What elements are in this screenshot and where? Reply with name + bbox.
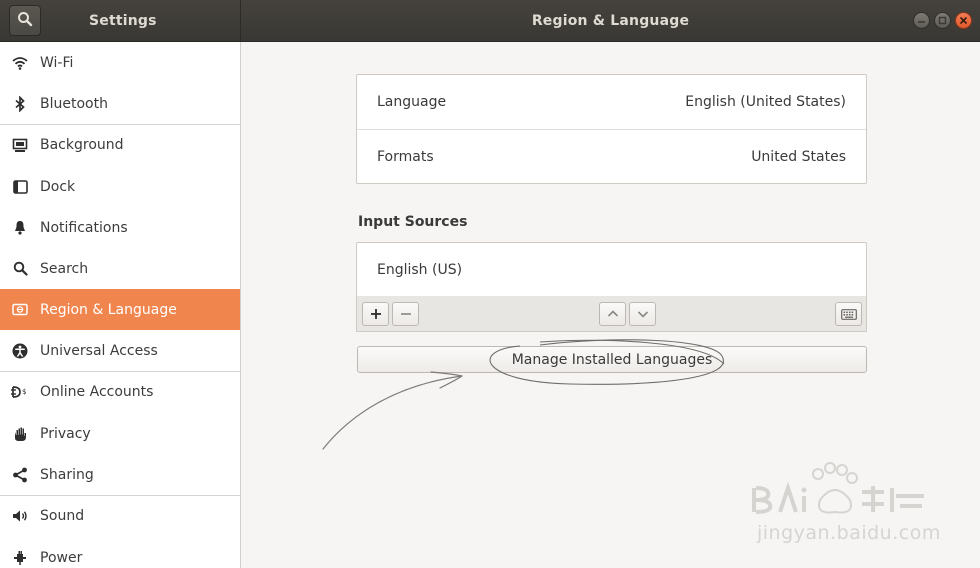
remove-input-source-button[interactable] [392, 302, 419, 326]
language-label: Language [377, 94, 447, 110]
chevron-up-icon [607, 310, 618, 317]
sidebar-item-sound[interactable]: Sound [0, 495, 240, 536]
move-down-button[interactable] [629, 302, 656, 326]
power-plug-icon [0, 537, 40, 568]
share-icon [0, 454, 40, 495]
plus-icon [370, 309, 381, 319]
sidebar-item-label: Notifications [40, 219, 128, 236]
accessibility-icon [0, 330, 40, 371]
input-sources-list: English (US) [356, 242, 867, 297]
sidebar-item-label: Region & Language [40, 301, 177, 318]
sidebar-item-notifications[interactable]: Notifications [0, 207, 240, 248]
minus-icon [400, 313, 411, 315]
sidebar-header: Settings [0, 0, 241, 42]
minimize-icon [918, 21, 925, 23]
sidebar-item-privacy[interactable]: Privacy [0, 413, 240, 454]
sidebar-item-dock[interactable]: Dock [0, 166, 240, 207]
keyboard-icon [840, 308, 857, 320]
search-icon [17, 11, 33, 31]
sidebar-item-online-accounts[interactable]: $ Online Accounts [0, 371, 240, 412]
sidebar-item-label: Bluetooth [40, 95, 108, 112]
formats-row[interactable]: Formats United States [357, 129, 866, 183]
maximize-button[interactable] [934, 12, 951, 29]
sidebar-title: Settings [89, 13, 157, 29]
formats-value: United States [751, 148, 846, 165]
hand-icon [0, 413, 40, 454]
page-title: Region & Language [531, 13, 690, 29]
move-up-button[interactable] [599, 302, 626, 326]
manage-installed-languages-button[interactable]: Manage Installed Languages [357, 346, 867, 373]
minimize-button[interactable] [913, 12, 930, 29]
bluetooth-icon [0, 83, 40, 124]
sidebar-item-label: Power [40, 549, 83, 566]
input-source-row[interactable]: English (US) [357, 243, 866, 297]
sidebar-item-region-language[interactable]: Region & Language [0, 289, 240, 330]
chevron-down-icon [637, 311, 648, 318]
language-row[interactable]: Language English (United States) [357, 75, 866, 129]
sidebar-item-label: Search [40, 260, 89, 277]
speaker-icon [0, 496, 40, 537]
language-value: English (United States) [685, 94, 846, 110]
close-icon [959, 16, 968, 25]
sidebar-item-bluetooth[interactable]: Bluetooth [0, 83, 240, 124]
sidebar-item-label: Universal Access [40, 342, 158, 359]
maximize-icon [938, 16, 947, 25]
input-sources-title: Input Sources [358, 214, 468, 230]
sidebar-item-label: Sound [40, 508, 85, 524]
sidebar-item-universal-access[interactable]: Universal Access [0, 330, 240, 371]
sidebar-item-label: Wi-Fi [40, 54, 74, 71]
sidebar-item-sharing[interactable]: Sharing [0, 454, 240, 495]
online-accounts-icon: $ [0, 372, 40, 413]
sidebar-item-label: Dock [40, 178, 76, 195]
formats-label: Formats [377, 148, 434, 165]
sidebar-item-label: Background [40, 137, 124, 153]
sidebar-item-label: Online Accounts [40, 384, 154, 400]
search-button[interactable] [9, 5, 41, 36]
input-source-label: English (US) [377, 262, 463, 278]
language-formats-list: Language English (United States) Formats… [356, 74, 867, 184]
background-icon [0, 125, 40, 166]
close-button[interactable] [955, 12, 972, 29]
search-icon [0, 248, 40, 289]
sidebar-item-search[interactable]: Search [0, 248, 240, 289]
sidebar: Wi-Fi Bluetooth Background Dock Notifica… [0, 42, 241, 568]
bell-icon [0, 207, 40, 248]
window-controls [913, 12, 972, 29]
input-sources-toolbar [356, 296, 867, 332]
sidebar-item-power[interactable]: Power [0, 537, 240, 568]
header-bar: Settings Region & Language [0, 0, 980, 42]
dock-icon [0, 166, 40, 207]
add-input-source-button[interactable] [362, 302, 389, 326]
sidebar-item-wifi[interactable]: Wi-Fi [0, 42, 240, 83]
region-icon [0, 289, 40, 330]
sidebar-item-label: Privacy [40, 425, 91, 442]
sidebar-item-label: Sharing [40, 466, 94, 483]
sidebar-item-background[interactable]: Background [0, 124, 240, 165]
watermark-text: jingyan.baidu.com [757, 522, 941, 544]
wifi-icon [0, 42, 40, 83]
svg-text:$: $ [22, 388, 26, 396]
keyboard-layout-button[interactable] [835, 302, 862, 326]
